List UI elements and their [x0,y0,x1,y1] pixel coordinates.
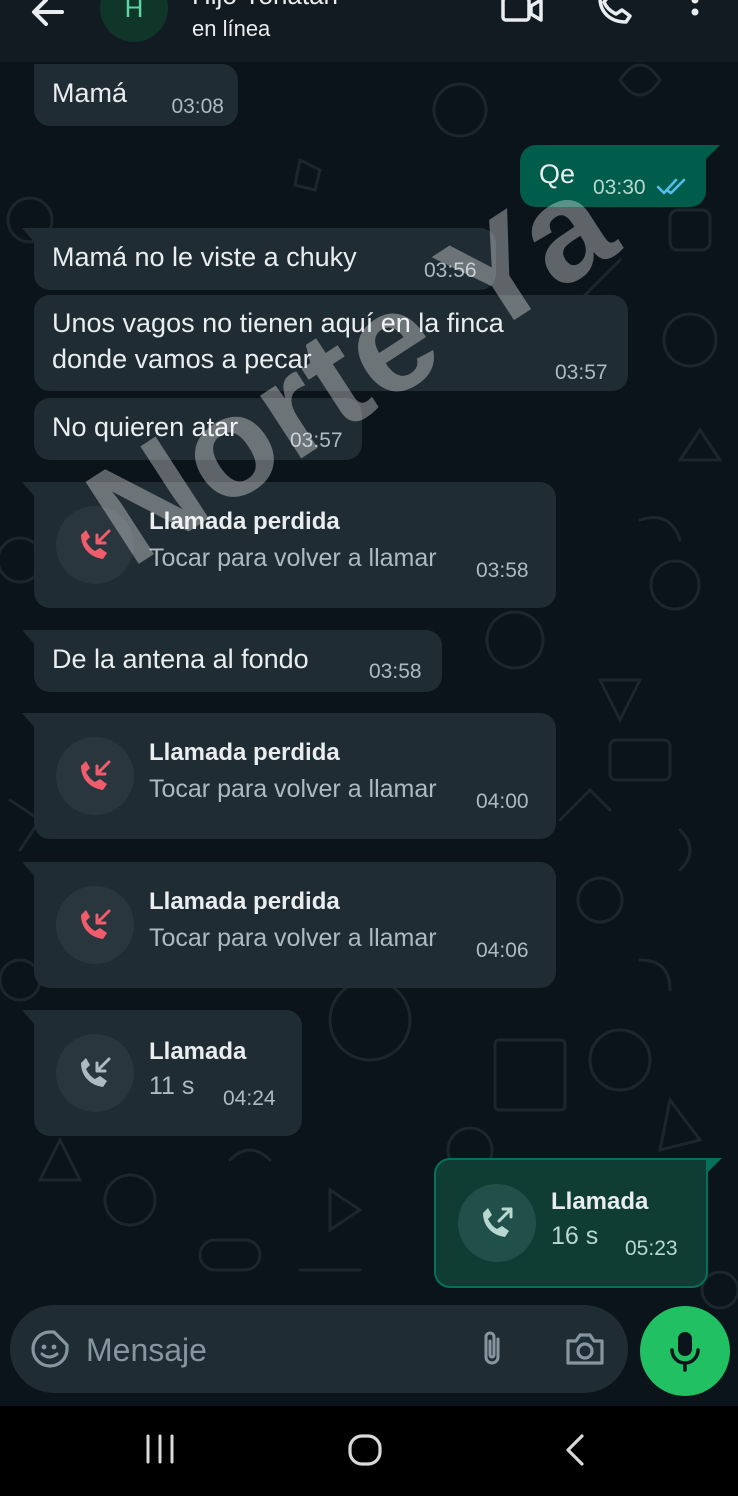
camera-icon[interactable] [564,1329,606,1369]
contact-status: en línea [192,16,271,41]
call-subtitle: Tocar para volver a llamar [149,775,437,803]
incoming-message[interactable]: Mamá 03:08 [34,64,238,126]
call-icon-circle [56,1034,134,1112]
voice-call-icon[interactable] [594,0,634,26]
message-time: 03:30 [593,176,646,199]
contact-name[interactable]: Hijo Yonatan [192,0,338,11]
message-composer [10,1305,628,1393]
outgoing-message[interactable]: Qe 03:30 [520,145,720,207]
read-receipt-icon [656,178,686,195]
message-time: 03:57 [290,429,343,452]
more-options-icon[interactable] [684,0,706,26]
call-icon-circle [56,737,134,815]
back-nav-icon[interactable] [560,1432,590,1468]
message-time: 04:00 [476,790,529,813]
message-time: 03:57 [555,361,608,384]
voice-message-button[interactable] [640,1306,730,1396]
recent-apps-icon[interactable] [142,1434,178,1464]
home-icon[interactable] [346,1432,386,1468]
message-text: Qe [539,159,576,189]
bubble-tail [22,862,36,878]
avatar-letter: H [124,0,144,23]
message-text: Mamá no le viste a chuky [52,242,357,272]
call-title: Llamada perdida [149,739,340,766]
incoming-message[interactable]: Unos vagos no tienen aquí en la finca do… [34,295,628,391]
bubble-tail [22,1010,36,1026]
message-time: 04:06 [476,939,529,962]
call-icon-circle [56,886,134,964]
call-title: Llamada [551,1188,649,1215]
message-time: 04:24 [223,1087,276,1110]
message-text-line: donde vamos a pecar [52,344,312,374]
attach-icon[interactable] [476,1329,508,1369]
incoming-call-icon [81,1057,111,1087]
call-title: Llamada perdida [149,888,340,915]
incoming-message[interactable]: No quieren atar 03:57 [34,398,362,460]
incoming-message[interactable]: De la antena al fondo 03:58 [22,630,442,692]
video-call-icon[interactable] [500,0,544,26]
bubble-tail [22,228,36,244]
outgoing-call-icon [483,1207,513,1237]
bubble-tail [706,1158,722,1174]
missed-call-icon [81,760,111,790]
microphone-icon [670,1332,700,1372]
contact-avatar[interactable]: H [100,0,168,42]
chat-header: H Hijo Yonatan en línea [0,0,738,62]
bubble-tail [22,713,36,729]
call-title: Llamada [149,1038,247,1065]
missed-call-bubble[interactable]: Llamada perdida Tocar para volver a llam… [22,713,556,839]
message-time: 03:58 [476,559,529,582]
call-icon-circle [458,1184,536,1262]
bubble-tail [22,482,36,498]
missed-call-bubble[interactable]: Llamada perdida Tocar para volver a llam… [22,482,556,608]
message-time: 03:08 [171,95,224,118]
bubble-tail [704,145,720,161]
message-input[interactable] [84,1319,448,1381]
incoming-message[interactable]: Mamá no le viste a chuky 03:56 [22,228,496,290]
missed-call-icon [81,529,111,559]
back-arrow-icon[interactable] [28,0,68,34]
call-icon-circle [56,506,134,584]
message-time: 03:56 [424,259,477,282]
message-text: Mamá [52,78,128,108]
outgoing-call-bubble[interactable]: Llamada 16 s 05:23 [434,1158,722,1288]
call-duration: 16 s [551,1222,599,1250]
message-text: De la antena al fondo [52,644,309,674]
call-subtitle: Tocar para volver a llamar [149,544,437,572]
bubble-tail [22,630,36,646]
message-time: 03:58 [369,660,422,683]
call-subtitle: Tocar para volver a llamar [149,924,437,952]
message-text-line: Unos vagos no tienen aquí en la finca [52,308,504,338]
call-title: Llamada perdida [149,508,340,535]
incoming-call-bubble[interactable]: Llamada 11 s 04:24 [22,1010,302,1136]
system-navigation-bar [0,1406,738,1496]
call-duration: 11 s [149,1072,195,1100]
missed-call-bubble[interactable]: Llamada perdida Tocar para volver a llam… [22,862,556,988]
sticker-emoji-icon[interactable] [30,1329,70,1369]
message-text: No quieren atar [52,412,239,442]
message-time: 05:23 [625,1237,678,1260]
missed-call-icon [81,909,111,939]
